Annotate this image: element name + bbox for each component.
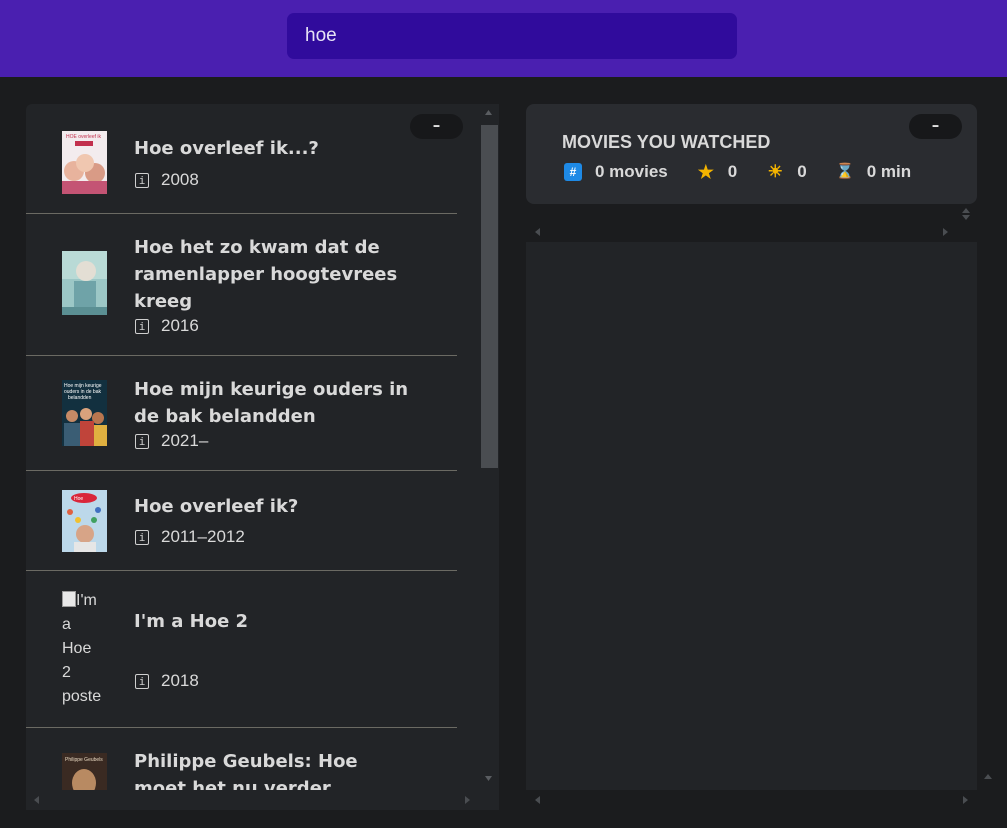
list-item[interactable]: Hoe het zo kwam dat de ramenlapper hoogt…: [26, 214, 457, 356]
sun-count: 0: [797, 162, 807, 181]
movie-year-row: i 2016: [135, 316, 199, 336]
svg-text:HOE overleef ik: HOE overleef ik: [66, 134, 102, 140]
watched-summary-card: MOVIES YOU WATCHED – # 0 movies ★ 0 ☀ 0 …: [526, 104, 977, 204]
movie-year: 2011–2012: [161, 527, 245, 546]
movie-year: 2018: [161, 671, 199, 690]
scrollbar-corner: [478, 790, 499, 810]
movie-poster[interactable]: Hoe mijn keurige ouders in de bak beland…: [62, 380, 107, 446]
movie-title[interactable]: Hoe het zo kwam dat de ramenlapper hoogt…: [134, 234, 414, 315]
movie-title[interactable]: Hoe overleef ik?: [134, 493, 414, 520]
results-list: HOE overleef ik Hoe overleef ik...? i 20…: [26, 104, 457, 790]
movie-year-row: i 2018: [135, 671, 199, 691]
movie-year-row: i 2011–2012: [135, 527, 245, 547]
movie-poster[interactable]: HOE overleef ik: [62, 131, 107, 194]
collapse-watched-button[interactable]: –: [909, 114, 962, 139]
movie-year: 2016: [161, 316, 199, 335]
svg-text:Hoe: Hoe: [74, 496, 83, 502]
movie-title[interactable]: Philippe Geubels: Hoe moet het nu verder: [134, 748, 414, 790]
watched-heading: MOVIES YOU WATCHED: [562, 132, 771, 152]
list-item[interactable]: I'm a Hoe 2 poste I'm a Hoe 2 i 2018: [26, 571, 457, 728]
info-icon: i: [135, 673, 149, 689]
movie-count: 0 movies: [595, 162, 668, 181]
info-icon: i: [135, 318, 149, 334]
info-icon: i: [135, 529, 149, 545]
movie-title[interactable]: Hoe overleef ik...?: [134, 135, 414, 162]
svg-text:belandden: belandden: [68, 395, 92, 401]
info-icon: i: [135, 433, 149, 449]
movie-year: 2021–: [161, 431, 209, 450]
hourglass-icon: ⌛: [835, 163, 855, 180]
results-panel: HOE overleef ik Hoe overleef ik...? i 20…: [26, 104, 499, 810]
broken-image-icon: [62, 591, 76, 607]
svg-text:Philippe Geubels: Philippe Geubels: [65, 757, 103, 763]
watch-time: 0 min: [866, 162, 912, 181]
movie-title[interactable]: Hoe mijn keurige ouders in de bak beland…: [134, 376, 414, 430]
watched-list-area: [526, 204, 992, 810]
sun-stat: ☀ 0: [766, 162, 807, 182]
star-stat: ★ 0: [697, 162, 738, 182]
info-icon: i: [135, 172, 149, 188]
results-horizontal-scrollbar[interactable]: [26, 790, 478, 810]
movie-year-row: i 2008: [135, 170, 199, 190]
scrollbar-thumb[interactable]: [481, 125, 498, 468]
collapse-list-button[interactable]: –: [410, 114, 463, 139]
movie-poster[interactable]: Philippe Geubels: [62, 753, 107, 790]
hash-icon: #: [564, 163, 582, 181]
star-count: 0: [727, 162, 738, 181]
movie-poster[interactable]: Hoe: [62, 490, 107, 552]
movie-count-stat: # 0 movies: [564, 162, 668, 182]
movie-title[interactable]: I'm a Hoe 2: [134, 608, 414, 635]
results-vertical-scrollbar[interactable]: [478, 104, 499, 790]
search-input[interactable]: [287, 13, 737, 59]
watched-stats: # 0 movies ★ 0 ☀ 0 ⌛ 0 min: [564, 162, 911, 182]
broken-poster-image[interactable]: I'm a Hoe 2 poste: [62, 589, 110, 709]
time-stat: ⌛ 0 min: [836, 162, 911, 182]
top-bar: [0, 0, 1007, 77]
movie-poster[interactable]: [62, 251, 107, 315]
list-item[interactable]: Philippe Geubels Philippe Geubels: Hoe m…: [26, 728, 457, 790]
list-item[interactable]: Hoe mijn keurige ouders in de bak beland…: [26, 356, 457, 471]
movie-year-row: i 2021–: [135, 431, 208, 451]
movie-year: 2008: [161, 170, 199, 189]
star-icon: ★: [697, 162, 714, 182]
watched-list-content: [526, 242, 977, 790]
list-item[interactable]: Hoe Hoe overleef ik? i 2011–2012: [26, 471, 457, 571]
sun-icon: ☀: [767, 162, 783, 181]
list-item[interactable]: HOE overleef ik Hoe overleef ik...? i 20…: [26, 104, 457, 214]
